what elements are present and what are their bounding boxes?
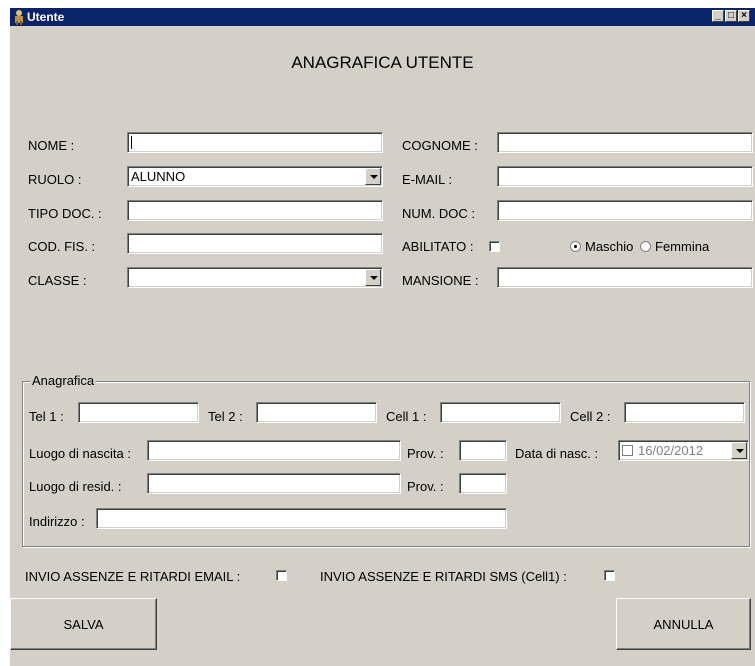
data-nasc-datepicker[interactable]: 16/02/2012 [618,440,749,461]
indirizzo-input[interactable] [96,508,507,529]
user-window: Utente _ □ × ANAGRAFICA UTENTE NOME : CO… [10,8,755,666]
save-button[interactable]: SALVA [10,598,157,650]
tel2-input[interactable] [256,402,377,423]
data-nasc-dropdown-arrow-icon[interactable] [731,442,747,459]
luogo-nascita-input[interactable] [147,440,401,461]
nome-input[interactable] [127,132,383,153]
data-nasc-checkbox[interactable] [622,445,633,456]
tipo-doc-input[interactable] [127,200,383,221]
maschio-label: Maschio [585,239,634,254]
title-bar: Utente _ □ × [10,8,755,26]
tipo-doc-label: TIPO DOC. : [28,206,102,221]
indirizzo-label: Indirizzo : [29,514,85,529]
luogo-resid-label: Luogo di resid. : [29,479,122,494]
sms-notify-label: INVIO ASSENZE E RITARDI SMS (Cell1) : [320,569,567,584]
cell1-label: Cell 1 : [386,409,427,424]
tel2-label: Tel 2 : [208,409,243,424]
ruolo-value: ALUNNO [131,169,186,184]
email-input[interactable] [497,166,753,187]
cell2-input[interactable] [624,402,745,423]
window-title: Utente [27,10,65,24]
tel1-input[interactable] [78,402,199,423]
minimize-button[interactable]: _ [712,10,724,22]
cancel-button[interactable]: ANNULLA [616,598,751,650]
nome-label: NOME : [28,138,75,153]
prov2-input[interactable] [459,473,507,494]
tel1-label: Tel 1 : [29,409,64,424]
email-label: E-MAIL : [402,172,453,187]
abilitato-label: ABILITATO : [402,239,474,254]
classe-select[interactable] [127,267,383,288]
femmina-radio[interactable] [640,241,651,252]
page-title: ANAGRAFICA UTENTE [291,53,474,72]
ruolo-label: RUOLO : [28,172,82,187]
sms-notify-checkbox[interactable] [604,570,615,581]
cognome-input[interactable] [497,132,753,153]
cod-fis-label: COD. FIS. : [28,239,96,254]
cell1-input[interactable] [440,402,561,423]
ruolo-dropdown-arrow-icon[interactable] [365,168,381,185]
text-cursor [131,136,132,149]
classe-label: CLASSE : [28,273,87,288]
data-nasc-label: Data di nasc. : [515,446,599,461]
prov1-input[interactable] [459,440,507,461]
email-notify-checkbox[interactable] [276,570,287,581]
mansione-label: MANSIONE : [402,273,479,288]
femmina-label: Femmina [655,239,710,254]
cognome-label: COGNOME : [402,138,478,153]
luogo-resid-input[interactable] [147,473,401,494]
cell2-label: Cell 2 : [570,409,611,424]
mansione-input[interactable] [497,267,753,288]
data-nasc-value: 16/02/2012 [638,443,704,458]
user-app-icon [15,10,23,25]
ruolo-select[interactable]: ALUNNO [127,166,383,187]
maschio-radio[interactable] [570,241,581,252]
luogo-nascita-label: Luogo di nascita : [29,446,131,461]
email-notify-label: INVIO ASSENZE E RITARDI EMAIL : [25,569,241,584]
prov1-label: Prov. : [407,446,444,461]
anagrafica-legend: Anagrafica [30,373,97,388]
classe-dropdown-arrow-icon[interactable] [365,269,381,286]
close-button[interactable]: × [738,10,750,22]
prov2-label: Prov. : [407,479,444,494]
cod-fis-input[interactable] [127,233,383,254]
num-doc-input[interactable] [497,200,753,221]
abilitato-checkbox[interactable] [489,241,500,252]
maximize-button[interactable]: □ [725,10,737,22]
num-doc-label: NUM. DOC : [402,206,475,221]
